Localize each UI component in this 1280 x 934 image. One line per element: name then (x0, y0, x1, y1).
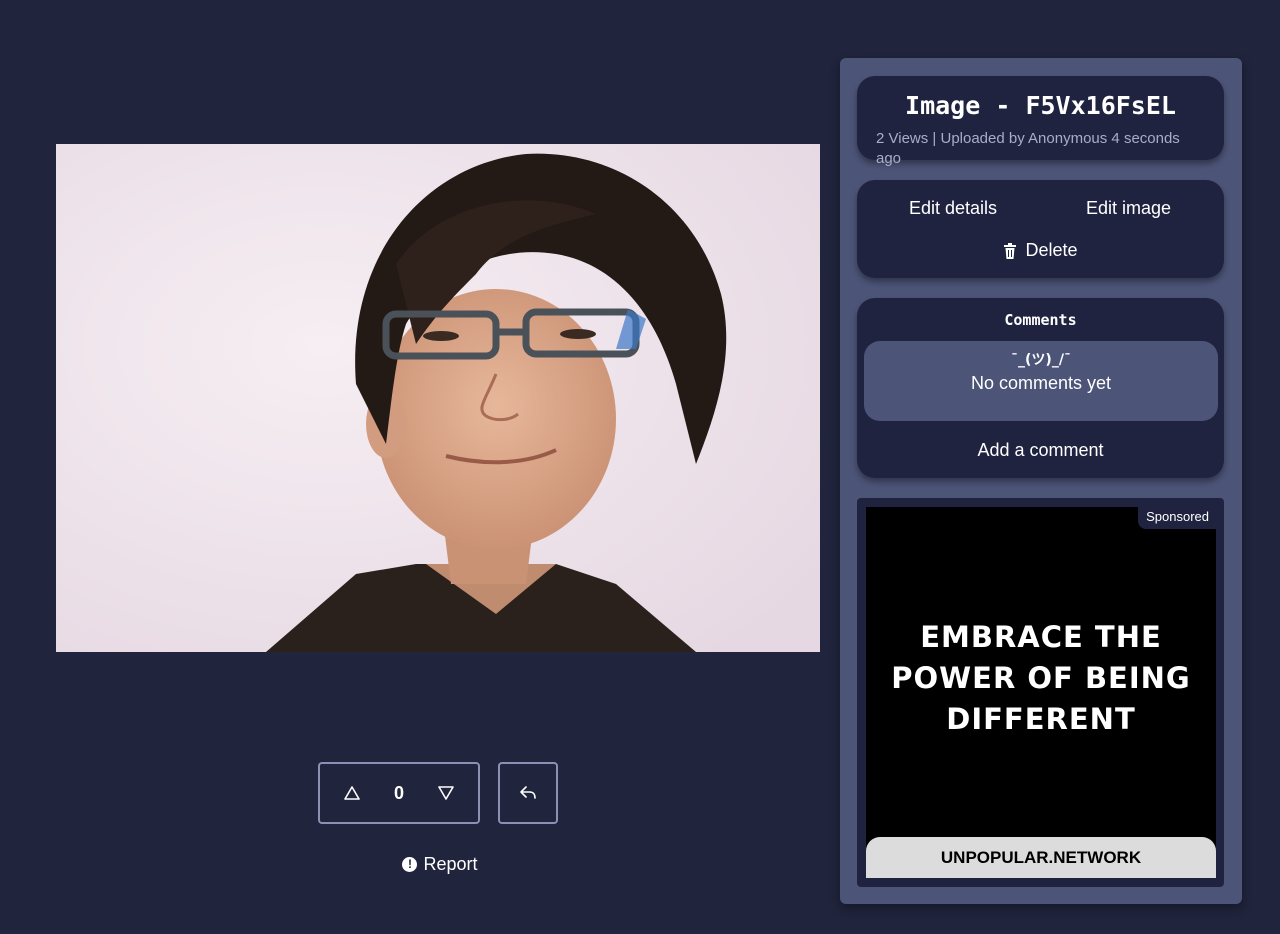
sponsored-ad-card: EMBRACE THE POWER OF BEING DIFFERENT UNP… (857, 498, 1224, 887)
comments-card: Comments ¯_(ツ)_/¯ No comments yet Add a … (857, 298, 1224, 478)
ad-headline-line: POWER OF BEING (891, 661, 1191, 695)
triangle-down-icon (438, 786, 454, 800)
shrug-emoticon: ¯_(ツ)_/¯ (1011, 352, 1071, 368)
ad-headline-line: DIFFERENT (946, 702, 1136, 736)
report-label: Report (423, 853, 478, 874)
sponsored-badge: Sponsored (1138, 506, 1216, 529)
ad-site-link[interactable]: UNPOPULAR.NETWORK (866, 837, 1216, 878)
trash-icon (1004, 242, 1017, 259)
edit-details-button[interactable]: Edit details (909, 198, 997, 219)
add-comment-button[interactable]: Add a comment (857, 440, 1224, 461)
delete-button[interactable]: Delete (857, 240, 1224, 261)
sidebar: Image - F5Vx16FsEL 2 Views | Uploaded by… (840, 58, 1242, 904)
vote-control: 0 (318, 762, 480, 824)
triangle-up-icon (344, 786, 360, 800)
delete-label: Delete (1025, 240, 1078, 260)
upvote-button[interactable] (342, 783, 362, 803)
share-button[interactable] (498, 762, 558, 824)
uploaded-image (56, 144, 820, 652)
edit-actions-card: Edit details Edit image Delete (857, 180, 1224, 278)
no-comments-text: No comments yet (970, 373, 1112, 393)
report-button[interactable]: ! Report (390, 851, 490, 877)
ad-banner[interactable]: EMBRACE THE POWER OF BEING DIFFERENT UNP… (866, 507, 1216, 878)
exclamation-circle-icon: ! (402, 856, 418, 872)
image-info-card: Image - F5Vx16FsEL 2 Views | Uploaded by… (857, 76, 1224, 167)
reply-arrow-icon (520, 786, 536, 799)
no-comments-box: ¯_(ツ)_/¯ No comments yet (864, 341, 1218, 421)
comments-title: Comments (1004, 311, 1077, 329)
edit-image-button[interactable]: Edit image (1086, 198, 1171, 219)
image-title: Image - F5Vx16FsEL (905, 91, 1176, 120)
downvote-button[interactable] (436, 783, 456, 803)
ad-headline: EMBRACE THE POWER OF BEING DIFFERENT (866, 617, 1216, 740)
vote-count: 0 (393, 782, 404, 803)
portrait-photo (56, 144, 820, 652)
image-meta: 2 Views | Uploaded by Anonymous 4 second… (876, 130, 1180, 167)
ad-headline-line: EMBRACE THE (920, 620, 1162, 654)
